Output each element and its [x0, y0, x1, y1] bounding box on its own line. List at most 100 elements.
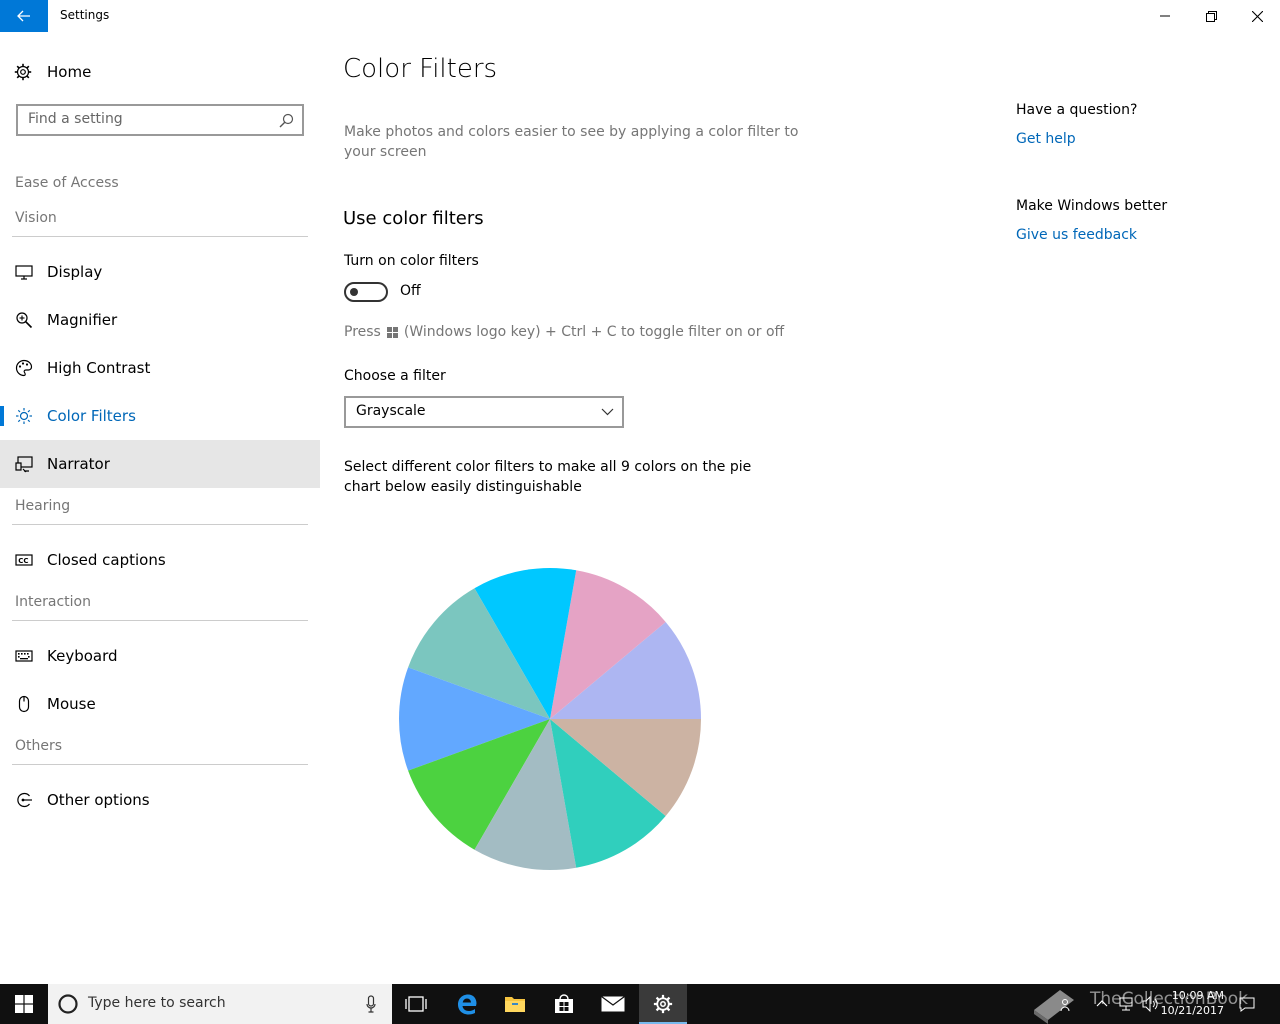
page-description: Make photos and colors easier to see by …	[344, 124, 799, 160]
taskbar-clock[interactable]: 10:09 AM 10/21/2017	[1161, 988, 1224, 1018]
sidebar-item-mouse[interactable]: Mouse	[0, 680, 320, 728]
section-interaction: Interaction	[15, 594, 91, 610]
shortcut-prefix: Press	[344, 324, 381, 340]
section-vision: Vision	[15, 210, 57, 226]
store-icon	[555, 994, 573, 1013]
folder-icon	[505, 997, 525, 1012]
sidebar-item-closed-captions[interactable]: CC Closed captions	[0, 536, 320, 584]
sidebar-item-keyboard[interactable]: Keyboard	[0, 632, 320, 680]
edge-button[interactable]	[443, 984, 491, 1024]
cc-icon: CC	[15, 554, 33, 566]
color-pie-chart	[399, 568, 701, 870]
home-label: Home	[47, 63, 92, 81]
store-button[interactable]	[540, 984, 588, 1024]
toggle-label: Turn on color filters	[344, 253, 479, 269]
back-arrow-icon	[17, 10, 30, 22]
svg-text:CC: CC	[18, 557, 28, 565]
settings-taskbar-button[interactable]	[639, 984, 687, 1024]
back-button[interactable]	[0, 0, 48, 32]
gear-icon	[14, 63, 32, 81]
minimize-icon	[1160, 15, 1170, 17]
sidebar-item-label: Mouse	[47, 695, 96, 713]
restore-button[interactable]	[1188, 0, 1234, 32]
sidebar-item-label: High Contrast	[47, 359, 151, 377]
app-title: Settings	[60, 8, 110, 22]
mail-button[interactable]	[589, 984, 637, 1024]
sidebar-item-color-filters[interactable]: Color Filters	[0, 392, 320, 440]
page-title: Color Filters	[343, 54, 498, 84]
restore-icon	[1205, 10, 1217, 22]
filter-dropdown[interactable]: Grayscale	[344, 396, 624, 428]
keyboard-icon	[15, 650, 33, 662]
microphone-icon	[366, 995, 376, 1013]
magnifier-icon	[16, 312, 33, 329]
sidebar-item-narrator[interactable]: Narrator	[0, 440, 320, 488]
close-button[interactable]	[1234, 0, 1280, 32]
divider	[12, 236, 308, 237]
windows-logo-icon	[386, 326, 398, 338]
start-button[interactable]	[0, 984, 48, 1024]
minimize-button[interactable]	[1142, 0, 1188, 32]
windows-start-icon	[15, 995, 33, 1013]
sidebar-item-label: Display	[47, 263, 103, 281]
get-help-link[interactable]: Get help	[1016, 131, 1076, 147]
shortcut-suffix: (Windows logo key) + Ctrl + C to toggle …	[403, 324, 785, 340]
group-label: Ease of Access	[15, 175, 119, 191]
taskbar-search-placeholder: Type here to search	[88, 995, 226, 1011]
section-hearing: Hearing	[15, 498, 71, 514]
feedback-title: Make Windows better	[1016, 198, 1168, 214]
sidebar-item-label: Keyboard	[47, 647, 118, 665]
toggle-state-text: Off	[400, 283, 421, 299]
chevron-down-icon	[601, 408, 614, 416]
task-view-button[interactable]	[392, 984, 440, 1024]
people-icon	[1060, 999, 1070, 1012]
toggle-knob	[350, 288, 358, 296]
clock-time: 10:09 AM	[1171, 989, 1224, 1002]
filter-label: Choose a filter	[344, 368, 446, 384]
shortcut-hint: Press (Windows logo key) + Ctrl + C to t…	[344, 324, 784, 340]
sidebar-item-other-options[interactable]: Other options	[0, 776, 320, 824]
home-nav-item[interactable]: Home	[0, 56, 320, 88]
sidebar-item-high-contrast[interactable]: High Contrast	[0, 344, 320, 392]
section-others: Others	[15, 738, 63, 754]
divider	[12, 524, 308, 525]
edge-icon	[458, 994, 477, 1015]
file-explorer-button[interactable]	[491, 984, 539, 1024]
volume-icon[interactable]	[1142, 996, 1160, 1012]
divider	[12, 764, 308, 765]
give-feedback-link[interactable]: Give us feedback	[1016, 227, 1137, 243]
cortana-icon	[58, 994, 78, 1014]
close-icon	[1251, 10, 1263, 22]
monitor-icon	[15, 265, 33, 280]
narrator-icon	[15, 456, 33, 473]
search-icon	[279, 113, 294, 128]
palette-icon	[15, 359, 33, 377]
filter-dropdown-value: Grayscale	[356, 403, 426, 419]
chevron-up-icon[interactable]	[1096, 998, 1108, 1008]
question-title: Have a question?	[1016, 102, 1138, 118]
sidebar-item-label: Color Filters	[47, 407, 136, 425]
sidebar-item-label: Magnifier	[47, 311, 118, 329]
pie-description: Select different color filters to make a…	[344, 459, 752, 495]
other-options-icon	[17, 792, 32, 808]
sidebar-item-label: Narrator	[47, 455, 110, 473]
sidebar-item-magnifier[interactable]: Magnifier	[0, 296, 320, 344]
watermark-logo-icon	[1034, 990, 1074, 1024]
title-bar: Settings	[0, 0, 1280, 32]
mouse-icon	[18, 695, 30, 713]
taskbar-search-box[interactable]: Type here to search	[48, 984, 392, 1024]
sun-icon	[16, 408, 32, 424]
divider	[12, 620, 308, 621]
clock-date: 10/21/2017	[1160, 1004, 1224, 1017]
taskbar: Type here to search TheCollectionBook 10…	[0, 984, 1280, 1024]
task-view-icon	[405, 996, 427, 1012]
active-indicator	[0, 406, 4, 426]
color-filters-toggle[interactable]	[344, 282, 388, 302]
section-title: Use color filters	[343, 208, 484, 229]
find-setting-input[interactable]: Find a setting	[16, 104, 304, 136]
sidebar-item-label: Other options	[47, 791, 150, 809]
network-icon[interactable]	[1118, 996, 1134, 1012]
sidebar-item-display[interactable]: Display	[0, 248, 320, 296]
mail-icon	[601, 996, 625, 1012]
action-center-icon[interactable]	[1239, 996, 1255, 1012]
